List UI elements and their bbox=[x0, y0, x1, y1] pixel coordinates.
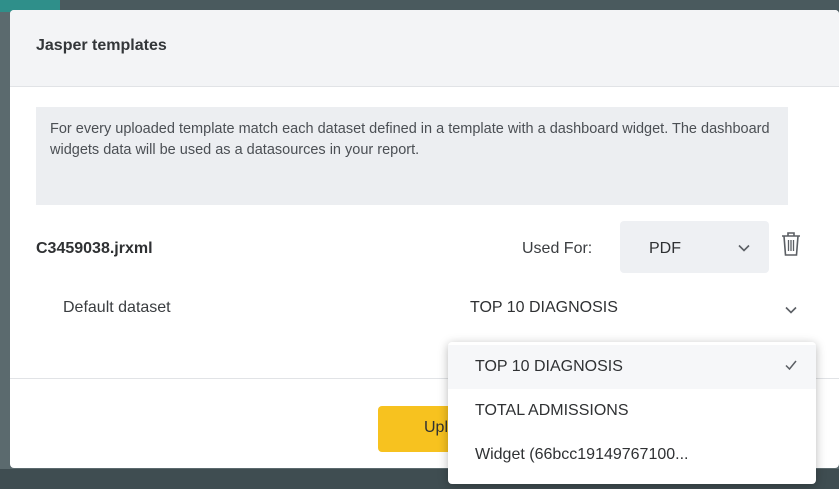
dropdown-option-label: TOP 10 DIAGNOSIS bbox=[475, 358, 623, 375]
dataset-dropdown-menu: TOP 10 DIAGNOSIS TOTAL ADMISSIONS Widget… bbox=[448, 342, 816, 484]
template-file-name: C3459038.jrxml bbox=[36, 240, 153, 257]
dropdown-option-top-10-diagnosis[interactable]: TOP 10 DIAGNOSIS bbox=[448, 345, 816, 389]
modal-title: Jasper templates bbox=[36, 37, 167, 54]
info-text: For every uploaded template match each d… bbox=[50, 121, 770, 158]
dropdown-option-total-admissions[interactable]: TOTAL ADMISSIONS bbox=[448, 389, 816, 433]
dropdown-option-widget[interactable]: Widget (66bcc19149767100... bbox=[448, 433, 816, 477]
dropdown-option-label: TOTAL ADMISSIONS bbox=[475, 402, 629, 419]
dropdown-option-label: Widget (66bcc19149767100... bbox=[475, 446, 689, 463]
trash-icon[interactable] bbox=[780, 230, 802, 258]
dataset-select-value: TOP 10 DIAGNOSIS bbox=[470, 299, 618, 316]
dataset-widget-select[interactable]: TOP 10 DIAGNOSIS bbox=[455, 287, 803, 331]
dataset-label: Default dataset bbox=[63, 299, 171, 316]
check-icon bbox=[785, 360, 797, 371]
used-for-select[interactable]: PDF bbox=[620, 221, 769, 273]
used-for-label: Used For: bbox=[522, 240, 593, 257]
info-box: For every uploaded template match each d… bbox=[36, 107, 788, 205]
modal-header: Jasper templates bbox=[10, 10, 839, 87]
used-for-value: PDF bbox=[649, 240, 681, 257]
chevron-down-icon bbox=[785, 306, 797, 314]
chevron-down-icon bbox=[738, 244, 750, 252]
